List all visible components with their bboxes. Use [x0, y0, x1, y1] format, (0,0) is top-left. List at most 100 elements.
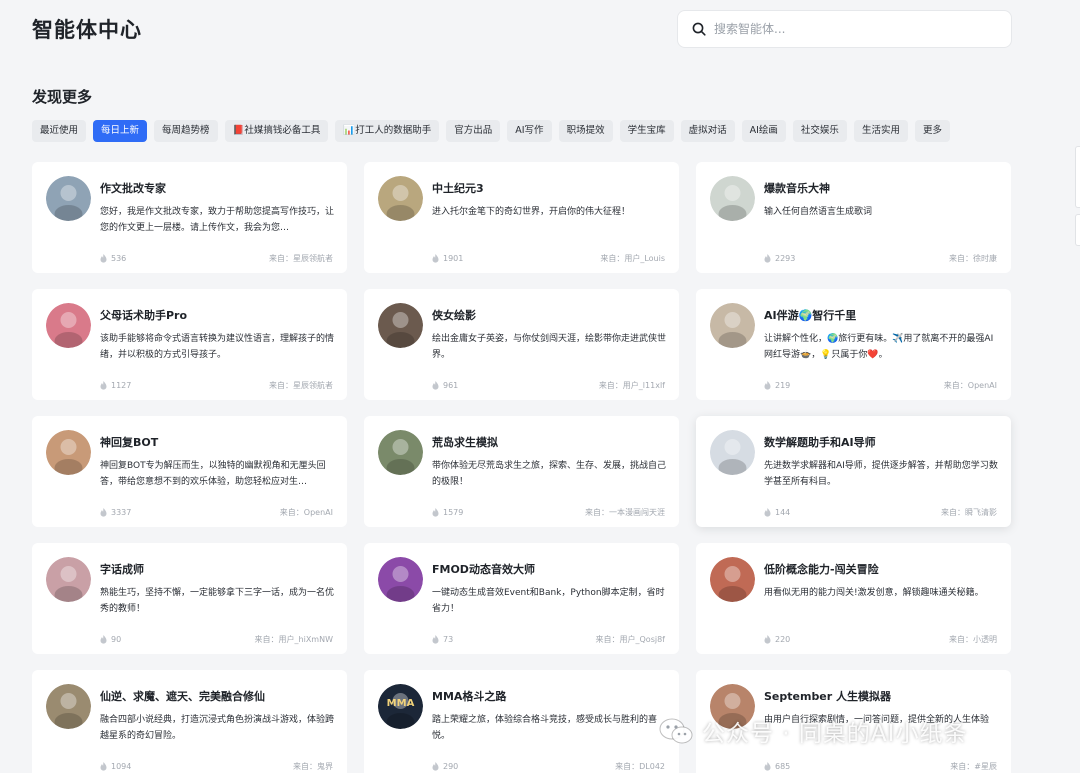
agent-footer: 1901 来自：用户_Louis — [432, 253, 665, 264]
agent-card[interactable]: 父母话术助手Pro 该助手能够将命令式语言转换为建议性语言，理解孩子的情绪，并以积… — [32, 289, 347, 400]
tab-13[interactable]: 更多 — [914, 120, 950, 142]
usage-count-value: 1901 — [443, 254, 464, 263]
tab-1[interactable]: 每日上新 — [93, 120, 148, 142]
agent-name: 中土纪元3 — [432, 182, 484, 195]
agent-avatar — [46, 303, 91, 348]
agent-card[interactable]: 侠女绘影 绘出金庸女子英姿，与你仗剑闯天涯，绘影带你走进武侠世界。 961 来自：用户… — [364, 289, 679, 400]
agent-card[interactable]: 低阶概念能力-闯关冒险用看似无用的能力闯关!激发创意，解锁趣味通关秘籍。 220 来… — [696, 543, 1011, 654]
agent-description: 踏上荣耀之旅，体验综合格斗竞技，感受成长与胜利的喜悦。 — [432, 715, 658, 741]
agent-name: 低阶概念能力-闯关冒险 — [764, 563, 879, 576]
agent-source: 来自：星辰领航者 — [269, 381, 333, 390]
tab-2[interactable]: 每周趋势榜 — [154, 120, 218, 142]
agent-card[interactable]: 中土纪元3 进入托尔金笔下的奇幻世界，开启你的伟大征程！ 1901 来自：用户_Lou… — [364, 162, 679, 273]
usage-count-value: 219 — [775, 381, 791, 390]
agent-avatar — [710, 176, 755, 221]
usage-count-value: 3337 — [111, 508, 132, 517]
tab-11[interactable]: 社交娱乐 — [792, 120, 847, 142]
tab-10[interactable]: AI绘画 — [741, 120, 786, 142]
tab-6[interactable]: AI写作 — [507, 120, 552, 142]
search-icon — [692, 22, 706, 36]
agent-description: 带你体验无尽荒岛求生之旅，探索、生存、发展，挑战自己的极限！ — [432, 461, 667, 487]
usage-count: 73 — [432, 635, 453, 644]
usage-count: 1579 — [432, 508, 463, 517]
tab-8[interactable]: 学生宝库 — [619, 120, 674, 142]
flame-icon — [100, 635, 107, 644]
agent-description: 用看似无用的能力闯关!激发创意，解锁趣味通关秘籍。 — [764, 588, 984, 598]
agent-card[interactable]: FMOD动态音效大师 一键动态生成音效Event和Bank，Python脚本定制，… — [364, 543, 679, 654]
tab-9[interactable]: 虚拟对话 — [680, 120, 735, 142]
agent-card[interactable]: 作文批改专家 您好，我是作文批改专家，致力于帮助您提高写作技巧，让您的作文更上一层… — [32, 162, 347, 273]
agent-avatar — [46, 684, 91, 729]
usage-count: 219 — [764, 381, 790, 390]
agent-source: 来自：用户_Louis — [600, 254, 665, 263]
agent-source: 来自：瞬飞清影 — [941, 508, 997, 517]
usage-count: 961 — [432, 381, 458, 390]
flame-icon — [764, 635, 771, 644]
flame-icon — [764, 762, 771, 771]
agent-footer: 220 来自：小透明 — [764, 634, 997, 645]
agent-name: 数学解题助手和AI导师 — [764, 436, 876, 449]
agent-name: 侠女绘影 — [432, 309, 476, 322]
usage-count-value: 1127 — [111, 381, 132, 390]
agent-footer: 73 来自：用户_Qosj8f — [432, 634, 665, 645]
agent-card[interactable]: AI伴游🌍智行千里 让讲解个性化，🌍旅行更有味。✈️用了就离不开的最强AI网红导游… — [696, 289, 1011, 400]
usage-count-value: 1094 — [111, 762, 132, 771]
usage-count: 90 — [100, 635, 121, 644]
tab-0[interactable]: 最近使用 — [32, 120, 87, 142]
tab-4[interactable]: 📊打工人的数据助手 — [335, 120, 440, 142]
flame-icon — [764, 254, 771, 263]
search-box[interactable] — [677, 10, 1012, 48]
agent-name: FMOD动态音效大师 — [432, 563, 535, 576]
usage-count: 220 — [764, 635, 790, 644]
side-panel-handle[interactable] — [1075, 146, 1080, 208]
agent-footer: 3337 来自：OpenAI — [100, 507, 333, 518]
agent-name: MMA格斗之路 — [432, 690, 507, 703]
agent-name: 作文批改专家 — [100, 182, 166, 195]
agent-card[interactable]: 仙逆、求魔、遮天、完美融合修仙 融合四部小说经典，打造沉浸式角色扮演战斗游戏，体验… — [32, 670, 347, 773]
agent-avatar — [378, 176, 423, 221]
flame-icon — [100, 508, 107, 517]
agent-footer: 1127 来自：星辰领航者 — [100, 380, 333, 391]
agent-card[interactable]: 字话成师 熟能生巧，坚持不懈，一定能够拿下三字一话，成为一名优秀的教师！ 90 来自：… — [32, 543, 347, 654]
agent-name: 字话成师 — [100, 563, 144, 576]
search-input[interactable] — [714, 22, 984, 36]
agent-source: 来自：一本漫画闯天涯 — [585, 508, 665, 517]
page-title: 智能体中心 — [32, 18, 142, 42]
flame-icon — [432, 635, 439, 644]
usage-count-value: 220 — [775, 635, 791, 644]
usage-count-value: 90 — [111, 635, 122, 644]
watermark: 公众号 · 同桌的AI小纸条 — [658, 714, 967, 748]
agent-card[interactable]: 爆款音乐大神 输入任何自然语言生成歌词 2293 来自：徐时康 — [696, 162, 1011, 273]
agent-card[interactable]: MMA MMA格斗之路 踏上荣耀之旅，体验综合格斗竞技，感受成长与胜利的喜悦。 290… — [364, 670, 679, 773]
agent-card[interactable]: 神回复BOT 神回复BOT专为解压而生，以独特的幽默视角和无厘头回答，带给您意想不… — [32, 416, 347, 527]
agent-name: 爆款音乐大神 — [764, 182, 830, 195]
agent-description: 先进数学求解器和AI导师，提供逐步解答，并帮助您学习数学甚至所有科目。 — [764, 461, 998, 487]
agent-footer: 2293 来自：徐时康 — [764, 253, 997, 264]
agent-source: 来自：徐时康 — [949, 254, 997, 263]
agent-card[interactable]: 荒岛求生模拟带你体验无尽荒岛求生之旅，探索、生存、发展，挑战自己的极限！ 1579… — [364, 416, 679, 527]
agent-footer: 685 来自：#星辰 — [764, 761, 997, 772]
agent-card[interactable]: 数学解题助手和AI导师先进数学求解器和AI导师，提供逐步解答，并帮助您学习数学甚… — [696, 416, 1011, 527]
agent-name: 仙逆、求魔、遮天、完美融合修仙 — [100, 690, 265, 703]
tab-3[interactable]: 📕社媒搞钱必备工具 — [224, 120, 329, 142]
tab-12[interactable]: 生活实用 — [853, 120, 908, 142]
agent-avatar — [378, 430, 423, 475]
side-panel-handle-2[interactable] — [1075, 214, 1080, 246]
agent-avatar — [46, 557, 91, 602]
flame-icon — [764, 381, 771, 390]
tab-5[interactable]: 官方出品 — [446, 120, 501, 142]
agent-avatar — [378, 557, 423, 602]
agent-footer: 961 来自：用户_l11xlf — [432, 380, 665, 391]
usage-count: 1901 — [432, 254, 463, 263]
agent-description: 让讲解个性化，🌍旅行更有味。✈️用了就离不开的最强AI网红导游🍲，💡只属于你❤️… — [764, 334, 994, 360]
agent-name: 父母话术助手Pro — [100, 309, 188, 322]
flame-icon — [432, 254, 439, 263]
usage-count-value: 685 — [775, 762, 791, 771]
tab-7[interactable]: 职场提效 — [558, 120, 613, 142]
agent-avatar — [710, 557, 755, 602]
agent-name: 荒岛求生模拟 — [432, 436, 498, 449]
agent-source: 来自：OpenAI — [943, 381, 997, 390]
agent-description: 该助手能够将命令式语言转换为建议性语言，理解孩子的情绪，并以积极的方式引导孩子。 — [100, 334, 335, 360]
agent-footer: 536 来自：星辰领航者 — [100, 253, 333, 264]
usage-count-value: 2293 — [775, 254, 796, 263]
